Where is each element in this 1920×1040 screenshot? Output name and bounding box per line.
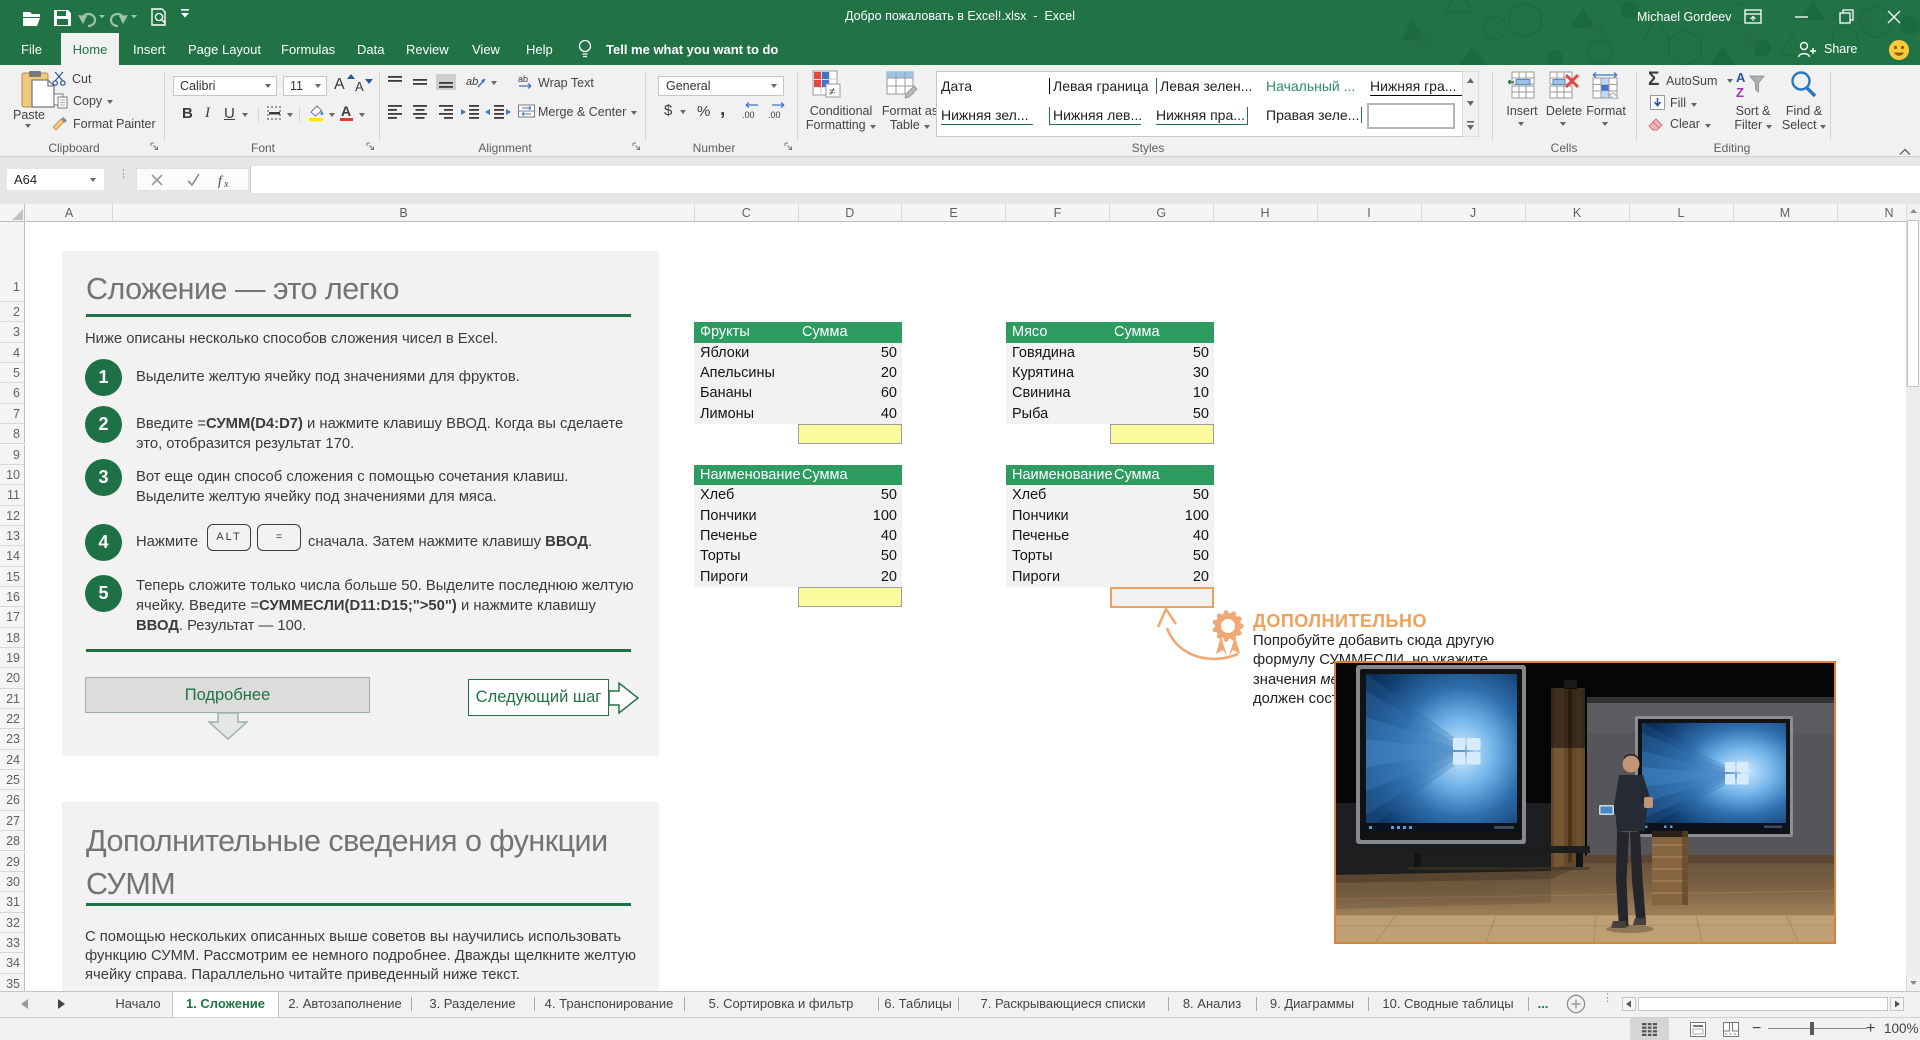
svg-text:.00: .00 [768,110,781,120]
svg-text:ab: ab [518,74,528,84]
svg-text:A: A [1736,70,1746,85]
svg-text:Z: Z [1736,85,1744,100]
svg-text:≠: ≠ [829,86,835,98]
svg-text:x: x [223,179,229,188]
svg-text:.00: .00 [742,110,755,120]
svg-text:ab: ab [466,76,478,88]
